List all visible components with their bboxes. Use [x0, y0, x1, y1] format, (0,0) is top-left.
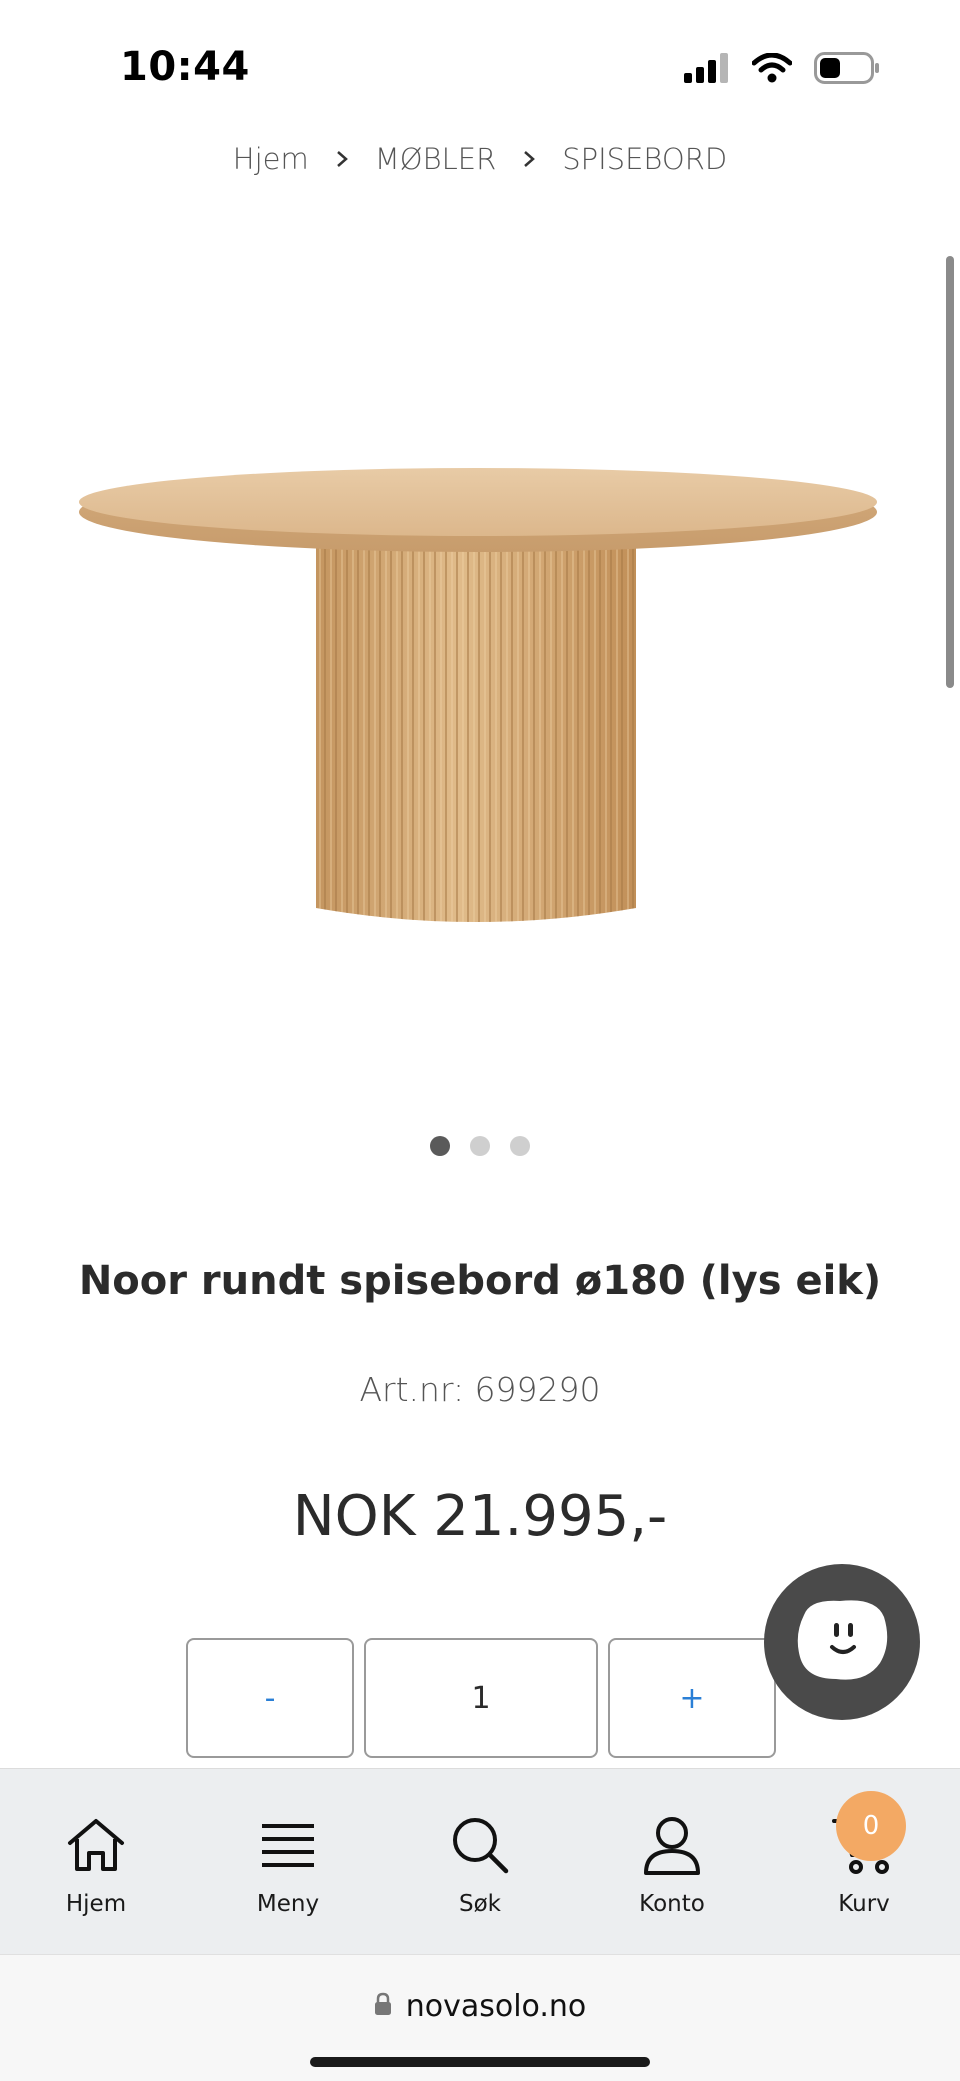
breadcrumb-spisebord[interactable]: SPISEBORD	[562, 142, 727, 176]
nav-label: Meny	[256, 1891, 320, 1917]
bottom-nav: Hjem Meny Søk Konto 0 Kurv	[0, 1768, 960, 1954]
battery-icon	[814, 52, 880, 89]
home-indicator	[310, 2057, 650, 2067]
nav-label: Søk	[459, 1891, 501, 1917]
nav-item-home[interactable]: Hjem	[0, 1769, 192, 1954]
decrease-quantity-button[interactable]: -	[186, 1638, 354, 1758]
nav-label: Kurv	[838, 1891, 890, 1917]
user-icon	[640, 1813, 704, 1877]
product-title: Noor rundt spisebord ø180 (lys eik)	[78, 1258, 882, 1304]
url-display[interactable]: novasolo.no	[0, 1989, 960, 2024]
nav-item-menu[interactable]: Meny	[192, 1769, 384, 1954]
product-image[interactable]	[60, 440, 890, 980]
chevron-right-icon	[522, 149, 536, 169]
search-icon	[448, 1813, 512, 1877]
increase-quantity-button[interactable]: +	[608, 1638, 776, 1758]
nav-item-account[interactable]: Konto	[576, 1769, 768, 1954]
breadcrumb-mobler[interactable]: MØBLER	[375, 142, 496, 176]
carousel-dot[interactable]	[430, 1136, 450, 1156]
chat-face-icon	[790, 1595, 894, 1690]
lock-icon	[374, 1989, 392, 2024]
quantity-stepper: - 1 +	[186, 1638, 776, 1758]
nav-item-search[interactable]: Søk	[384, 1769, 576, 1954]
carousel-dots	[0, 1136, 960, 1156]
scrollbar[interactable]	[946, 256, 954, 688]
url-bar[interactable]: novasolo.no	[0, 1954, 960, 2081]
status-bar: 10:44	[0, 0, 960, 130]
signal-icon	[684, 53, 730, 88]
breadcrumb: Hjem MØBLER SPISEBORD	[0, 142, 960, 176]
breadcrumb-home[interactable]: Hjem	[233, 142, 309, 176]
home-icon	[64, 1813, 128, 1877]
chat-button[interactable]	[764, 1564, 920, 1720]
quantity-input[interactable]: 1	[364, 1638, 598, 1758]
nav-label: Konto	[639, 1891, 705, 1917]
wifi-icon	[751, 52, 793, 88]
nav-item-cart[interactable]: 0 Kurv	[768, 1769, 960, 1954]
menu-icon	[256, 1813, 320, 1877]
url-domain: novasolo.no	[405, 1989, 587, 2024]
carousel-dot[interactable]	[470, 1136, 490, 1156]
status-time: 10:44	[120, 44, 250, 90]
nav-label: Hjem	[65, 1891, 127, 1917]
chevron-right-icon	[335, 149, 349, 169]
article-number: Art.nr: 699290	[359, 1370, 601, 1409]
carousel-dot[interactable]	[510, 1136, 530, 1156]
cart-count-badge: 0	[836, 1791, 906, 1861]
status-icons	[684, 52, 880, 89]
product-price: NOK 21.995,-	[292, 1484, 668, 1549]
